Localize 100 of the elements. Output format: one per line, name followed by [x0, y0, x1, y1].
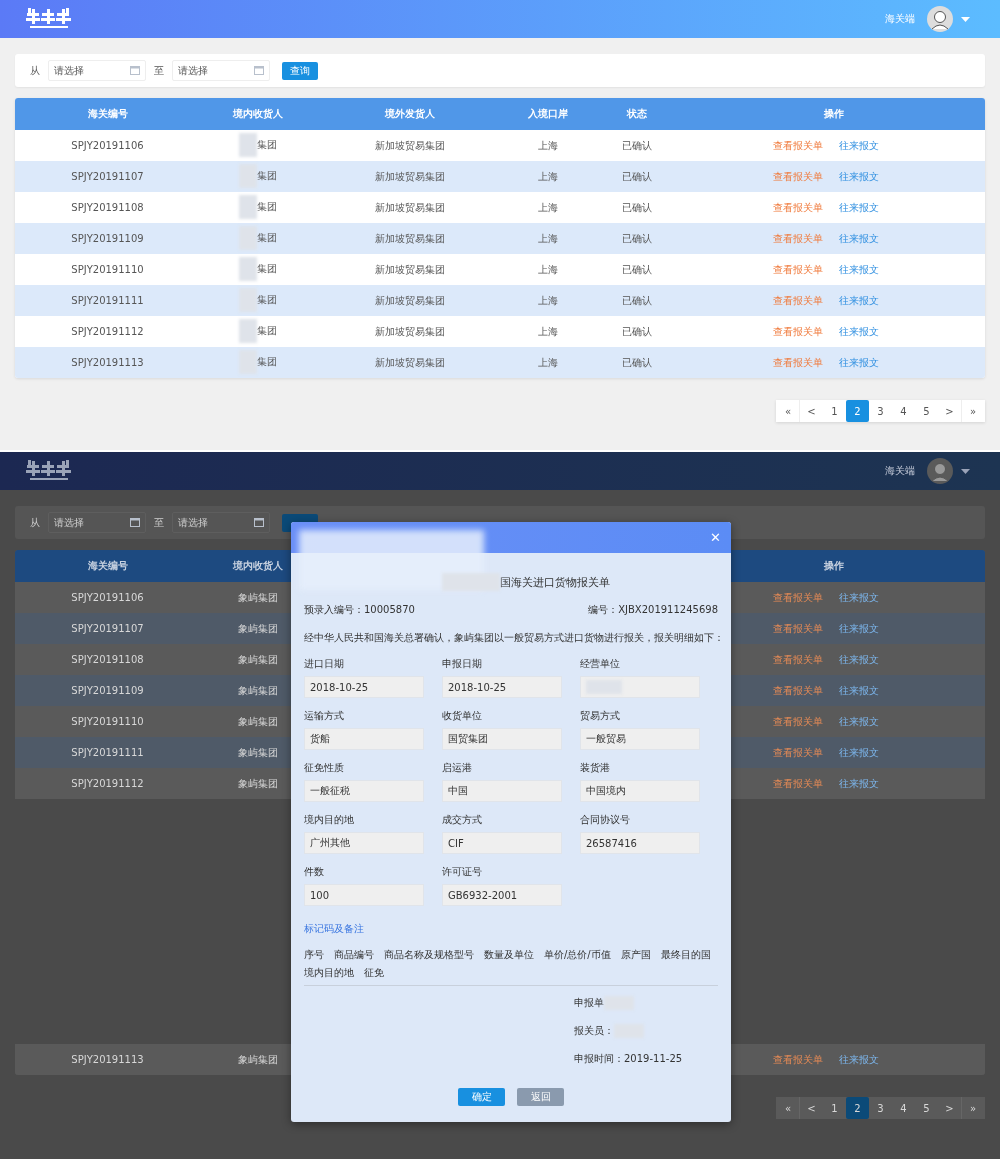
- page-button[interactable]: 4: [892, 1097, 915, 1119]
- field-value: 一般贸易: [586, 732, 626, 746]
- table-cell: 象屿集团: [238, 714, 278, 729]
- back-button[interactable]: 返回: [517, 1088, 564, 1106]
- column-header: 征免: [364, 966, 384, 980]
- avatar-icon[interactable]: [927, 458, 953, 484]
- field-value: 2018-10-25: [448, 681, 507, 693]
- field-label: 装货港: [580, 761, 611, 775]
- column-header: 海关编号: [87, 560, 128, 571]
- messages-link[interactable]: 往来报文: [838, 231, 879, 246]
- avatar-icon[interactable]: [927, 6, 953, 32]
- messages-link[interactable]: 往来报文: [838, 200, 879, 215]
- to-label: 至: [154, 63, 164, 78]
- last-page-button[interactable]: »: [961, 400, 984, 422]
- page-button[interactable]: 3: [869, 1097, 892, 1119]
- table-cell: 象屿集团: [238, 1052, 278, 1067]
- messages-link[interactable]: 往来报文: [838, 590, 879, 605]
- view-declaration-link[interactable]: 查看报关单: [772, 200, 823, 215]
- table-cell: 象屿集团: [238, 683, 278, 698]
- page-button[interactable]: 3: [869, 400, 892, 422]
- next-page-button[interactable]: >: [938, 400, 961, 422]
- first-page-button[interactable]: «: [777, 1097, 800, 1119]
- view-declaration-link[interactable]: 查看报关单: [772, 1052, 823, 1067]
- view-declaration-link[interactable]: 查看报关单: [772, 745, 823, 760]
- table-cell: SPJY20191107: [71, 171, 144, 182]
- field-label: 征免性质: [304, 761, 345, 775]
- table-cell: SPJY20191106: [71, 140, 144, 151]
- table-cell: 已确认: [622, 356, 652, 368]
- previous-page-button[interactable]: <: [800, 400, 823, 422]
- table-cell: SPJY20191111: [71, 295, 144, 306]
- table-cell: SPJY20191108: [71, 654, 144, 665]
- table-cell: SPJY20191112: [71, 778, 144, 789]
- query-button[interactable]: 查询: [282, 61, 318, 80]
- field-value: 广州其他: [310, 836, 350, 850]
- messages-link[interactable]: 往来报文: [838, 776, 879, 791]
- view-declaration-link[interactable]: 查看报关单: [772, 683, 823, 698]
- close-button[interactable]: ✕: [710, 530, 721, 545]
- page-button[interactable]: 2: [846, 1097, 869, 1119]
- view-declaration-link[interactable]: 查看报关单: [772, 652, 823, 667]
- messages-link[interactable]: 往来报文: [838, 355, 879, 370]
- table-cell: SPJY20191113: [71, 357, 144, 368]
- page-button[interactable]: 5: [915, 400, 938, 422]
- page-button[interactable]: 4: [892, 400, 915, 422]
- table-cell: 集团: [257, 354, 277, 369]
- view-declaration-link[interactable]: 查看报关单: [772, 324, 823, 339]
- table-cell: SPJY20191112: [71, 326, 144, 337]
- page-button[interactable]: 1: [823, 400, 846, 422]
- messages-link[interactable]: 往来报文: [838, 1052, 879, 1067]
- marks-link[interactable]: 标记码及备注: [304, 922, 718, 936]
- view-declaration-link[interactable]: 查看报关单: [772, 590, 823, 605]
- table-cell: 上海: [538, 139, 558, 151]
- first-page-button[interactable]: «: [777, 400, 800, 422]
- messages-link[interactable]: 往来报文: [838, 652, 879, 667]
- view-declaration-link[interactable]: 查看报关单: [772, 714, 823, 729]
- signature-line: 申报时间：2019-11-25: [574, 1052, 683, 1066]
- date-field[interactable]: 请选择: [172, 512, 270, 533]
- field-value: 国贸集团: [448, 732, 488, 746]
- declaration-number: 编号：XJBX201911245698: [588, 603, 718, 617]
- column-header: 入境口岸: [528, 108, 568, 119]
- table-cell: 上海: [538, 325, 558, 337]
- field-value: 中国境内: [586, 784, 626, 798]
- view-declaration-link[interactable]: 查看报关单: [772, 138, 823, 153]
- view-declaration-link[interactable]: 查看报关单: [772, 355, 823, 370]
- field-value: GB6932-2001: [448, 889, 518, 901]
- messages-link[interactable]: 往来报文: [838, 293, 879, 308]
- messages-link[interactable]: 往来报文: [838, 714, 879, 729]
- page-button[interactable]: 2: [846, 400, 869, 422]
- messages-link[interactable]: 往来报文: [838, 745, 879, 760]
- messages-link[interactable]: 往来报文: [838, 169, 879, 184]
- table-cell: SPJY20191108: [71, 202, 144, 213]
- table-cell: SPJY20191110: [71, 716, 144, 727]
- view-declaration-link[interactable]: 查看报关单: [772, 621, 823, 636]
- messages-link[interactable]: 往来报文: [838, 324, 879, 339]
- page-button[interactable]: 1: [823, 1097, 846, 1119]
- view-declaration-link[interactable]: 查看报关单: [772, 169, 823, 184]
- messages-link[interactable]: 往来报文: [838, 621, 879, 636]
- column-header: 最终目的国: [660, 948, 711, 962]
- table-cell: 新加坡贸易集团: [375, 232, 445, 244]
- view-declaration-link[interactable]: 查看报关单: [772, 231, 823, 246]
- view-declaration-link[interactable]: 查看报关单: [772, 776, 823, 791]
- view-declaration-link[interactable]: 查看报关单: [772, 293, 823, 308]
- field-value: CIF: [448, 837, 464, 849]
- next-page-button[interactable]: >: [938, 1097, 961, 1119]
- view-declaration-link[interactable]: 查看报关单: [772, 262, 823, 277]
- column-header: 操作: [823, 560, 844, 571]
- table-cell: SPJY20191106: [71, 592, 144, 603]
- page-button[interactable]: 5: [915, 1097, 938, 1119]
- table-cell: 已确认: [622, 232, 652, 244]
- table-cell: 集团: [257, 168, 277, 183]
- confirm-button[interactable]: 确定: [458, 1088, 505, 1106]
- table-cell: 上海: [538, 356, 558, 368]
- messages-link[interactable]: 往来报文: [838, 683, 879, 698]
- messages-link[interactable]: 往来报文: [838, 138, 879, 153]
- last-page-button[interactable]: »: [961, 1097, 984, 1119]
- caret-icon[interactable]: [961, 468, 970, 474]
- previous-page-button[interactable]: <: [800, 1097, 823, 1119]
- column-header: 原产国: [620, 948, 651, 962]
- table-cell: 已确认: [622, 201, 652, 213]
- date-field[interactable]: 请选择: [48, 512, 146, 533]
- messages-link[interactable]: 往来报文: [838, 262, 879, 277]
